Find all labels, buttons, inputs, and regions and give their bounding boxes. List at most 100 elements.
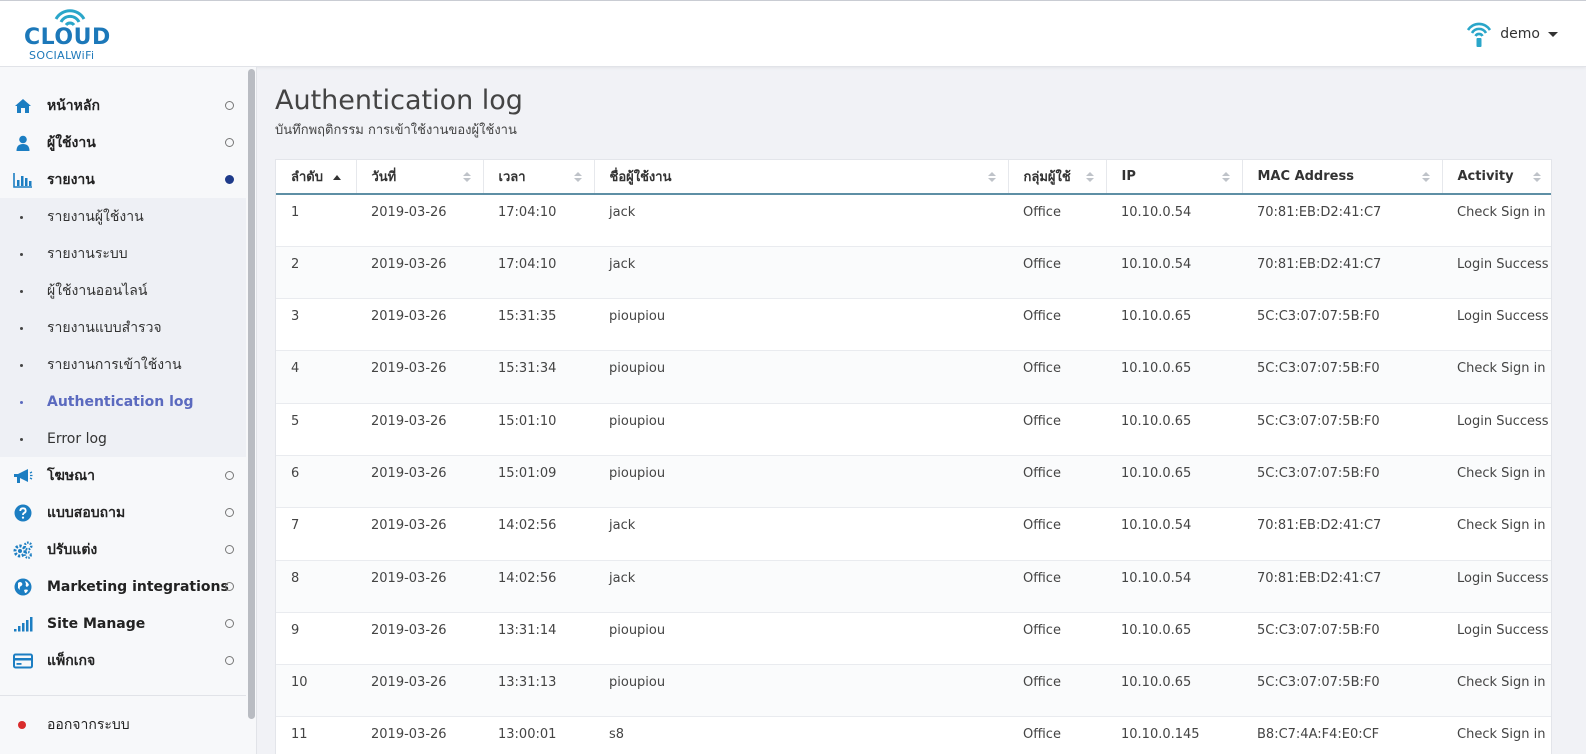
ip-cell: 10.10.0.65 bbox=[1106, 298, 1242, 352]
sort-icon bbox=[462, 172, 471, 184]
date-cell: 2019-03-26 bbox=[356, 560, 483, 613]
logout-label: ออกจากระบบ bbox=[47, 717, 130, 733]
column-header-user-group[interactable]: กลุ่มผู้ใช้ bbox=[1008, 160, 1107, 195]
question-icon bbox=[13, 503, 33, 523]
user-group-cell: Office bbox=[1008, 350, 1106, 404]
table-row[interactable]: 10 2019-03-26 13:31:13 pioupiou Office 10.10.… bbox=[276, 664, 1551, 718]
sidebar-item-indicator bbox=[225, 508, 234, 517]
mac-address-cell: 70:81:EB:D2:41:C7 bbox=[1242, 194, 1442, 247]
table-row[interactable]: 1 2019-03-26 17:04:10 jack Office 10.10.0.54 7… bbox=[276, 194, 1551, 247]
time-cell: 13:00:01 bbox=[483, 716, 594, 754]
column-header-label: MAC Address bbox=[1257, 169, 1354, 184]
order-cell: 9 bbox=[276, 612, 356, 666]
mac-address-cell: 5C:C3:07:07:5B:F0 bbox=[1242, 403, 1442, 456]
sidebar-item-site-manage[interactable]: Site Manage bbox=[0, 605, 246, 642]
submenu-error-log[interactable]: Error log bbox=[0, 420, 246, 457]
sort-icon bbox=[987, 172, 996, 184]
ip-cell: 10.10.0.54 bbox=[1106, 246, 1242, 300]
sidebar-item-customize[interactable]: ปรับแต่ง bbox=[0, 531, 246, 568]
column-header-label: วันที่ bbox=[371, 170, 397, 185]
ip-cell: 10.10.0.65 bbox=[1106, 664, 1242, 718]
column-header-ip[interactable]: IP bbox=[1106, 160, 1243, 195]
column-header-label: กลุ่มผู้ใช้ bbox=[1023, 170, 1071, 185]
table-row[interactable]: 6 2019-03-26 15:01:09 pioupiou Office 10.10.0… bbox=[276, 455, 1551, 509]
sort-icon bbox=[1221, 172, 1230, 184]
order-cell: 1 bbox=[276, 194, 356, 247]
sidebar-item-label: โฆษณา bbox=[47, 467, 95, 484]
username-cell: pioupiou bbox=[594, 664, 1008, 718]
sidebar-item-label: ปรับแต่ง bbox=[47, 541, 98, 558]
ip-cell: 10.10.0.65 bbox=[1106, 350, 1242, 404]
activity-cell: Login Success bbox=[1442, 298, 1551, 352]
date-cell: 2019-03-26 bbox=[356, 298, 483, 352]
submenu-survey-report[interactable]: รายงานแบบสำรวจ bbox=[0, 309, 246, 346]
column-header-time[interactable]: เวลา bbox=[483, 160, 595, 195]
logout-button[interactable]: ออกจากระบบ bbox=[0, 695, 246, 754]
date-cell: 2019-03-26 bbox=[356, 455, 483, 509]
table-row[interactable]: 9 2019-03-26 13:31:14 pioupiou Office 10.10.0… bbox=[276, 612, 1551, 666]
mac-address-cell: B8:C7:4A:F4:E0:CF bbox=[1242, 716, 1442, 754]
column-header-activity[interactable]: Activity bbox=[1442, 160, 1551, 195]
table-row[interactable]: 7 2019-03-26 14:02:56 jack Office 10.10.0.54 7… bbox=[276, 507, 1551, 561]
submenu-online-users[interactable]: ผู้ใช้งานออนไลน์ bbox=[0, 272, 246, 309]
column-header-order[interactable]: ลำดับ bbox=[276, 160, 357, 195]
sidebar-item-reports[interactable]: รายงาน bbox=[0, 161, 246, 198]
table-row[interactable]: 4 2019-03-26 15:31:34 pioupiou Office 10.10.0… bbox=[276, 350, 1551, 404]
time-cell: 15:31:35 bbox=[483, 298, 594, 352]
username-cell: jack bbox=[594, 560, 1008, 613]
column-header-mac-address[interactable]: MAC Address bbox=[1242, 160, 1443, 195]
sidebar-item-label: Marketing integrations bbox=[47, 578, 229, 595]
activity-cell: Login Success bbox=[1442, 246, 1551, 300]
table-row[interactable]: 8 2019-03-26 14:02:56 jack Office 10.10.0.54 7… bbox=[276, 560, 1551, 613]
caret-down-icon bbox=[1548, 31, 1558, 37]
user-group-cell: Office bbox=[1008, 507, 1106, 561]
user-menu-dropdown[interactable]: demo bbox=[1464, 19, 1558, 49]
column-header-date[interactable]: วันที่ bbox=[356, 160, 484, 195]
table-body: 1 2019-03-26 17:04:10 jack Office 10.10.0.54 7… bbox=[276, 194, 1551, 754]
ip-cell: 10.10.0.65 bbox=[1106, 455, 1242, 509]
user-group-cell: Office bbox=[1008, 455, 1106, 509]
submenu-access-report[interactable]: รายงานการเข้าใช้งาน bbox=[0, 346, 246, 383]
sidebar-item-ads[interactable]: โฆษณา bbox=[0, 457, 246, 494]
sort-ascending-icon bbox=[333, 175, 341, 180]
sidebar-item-survey[interactable]: แบบสอบถาม bbox=[0, 494, 246, 531]
date-cell: 2019-03-26 bbox=[356, 664, 483, 718]
sidebar-item-packages[interactable]: แพ็กเกจ bbox=[0, 642, 246, 679]
time-cell: 15:01:09 bbox=[483, 455, 594, 509]
table-row[interactable]: 5 2019-03-26 15:01:10 pioupiou Office 10.10.0… bbox=[276, 403, 1551, 456]
sidebar-scrollbar-thumb[interactable] bbox=[248, 69, 255, 719]
ip-cell: 10.10.0.54 bbox=[1106, 194, 1242, 247]
submenu-authentication-log[interactable]: Authentication log bbox=[0, 383, 246, 420]
mac-address-cell: 70:81:EB:D2:41:C7 bbox=[1242, 560, 1442, 613]
table-row[interactable]: 3 2019-03-26 15:31:35 pioupiou Office 10.10.0… bbox=[276, 298, 1551, 352]
bar-chart-icon bbox=[13, 170, 33, 190]
user-group-cell: Office bbox=[1008, 194, 1106, 247]
sidebar-item-label: Site Manage bbox=[47, 615, 146, 632]
submenu-user-report[interactable]: รายงานผู้ใช้งาน bbox=[0, 198, 246, 235]
sidebar-item-home[interactable]: หน้าหลัก bbox=[0, 87, 246, 124]
time-cell: 13:31:13 bbox=[483, 664, 594, 718]
top-header: CLOUD SOCIALWiFi demo bbox=[0, 0, 1586, 67]
sidebar-scrollbar[interactable] bbox=[246, 67, 257, 754]
mac-address-cell: 70:81:EB:D2:41:C7 bbox=[1242, 246, 1442, 300]
submenu-system-report[interactable]: รายงานระบบ bbox=[0, 235, 246, 272]
cloud-socialwifi-logo[interactable]: CLOUD SOCIALWiFi bbox=[24, 7, 124, 62]
table-row[interactable]: 11 2019-03-26 13:00:01 s8 Office 10.10.0.145 B… bbox=[276, 716, 1551, 754]
logo-sub-text: SOCIALWiFi bbox=[29, 49, 95, 62]
user-group-cell: Office bbox=[1008, 298, 1106, 352]
home-icon bbox=[13, 96, 33, 116]
activity-cell: Check Sign in bbox=[1442, 664, 1551, 718]
username-cell: jack bbox=[594, 246, 1008, 300]
column-header-username[interactable]: ชื่อผู้ใช้งาน bbox=[594, 160, 1009, 195]
order-cell: 6 bbox=[276, 455, 356, 509]
reports-submenu: รายงานผู้ใช้งาน รายงานระบบ ผู้ใช้งานออนไ… bbox=[0, 198, 246, 457]
mac-address-cell: 5C:C3:07:07:5B:F0 bbox=[1242, 664, 1442, 718]
table-header-row: ลำดับ วันที่ เวลา ชื่อผู้ใช้งาน กลุ่มผู้… bbox=[276, 160, 1551, 195]
column-header-label: Activity bbox=[1457, 169, 1514, 184]
sidebar-item-active-indicator bbox=[225, 175, 234, 184]
time-cell: 15:31:34 bbox=[483, 350, 594, 404]
table-row[interactable]: 2 2019-03-26 17:04:10 jack Office 10.10.0.54 7… bbox=[276, 246, 1551, 300]
logo-main-text: CLOUD bbox=[24, 25, 111, 50]
sidebar-item-marketing-integrations[interactable]: Marketing integrations bbox=[0, 568, 246, 605]
sidebar-item-users[interactable]: ผู้ใช้งาน bbox=[0, 124, 246, 161]
